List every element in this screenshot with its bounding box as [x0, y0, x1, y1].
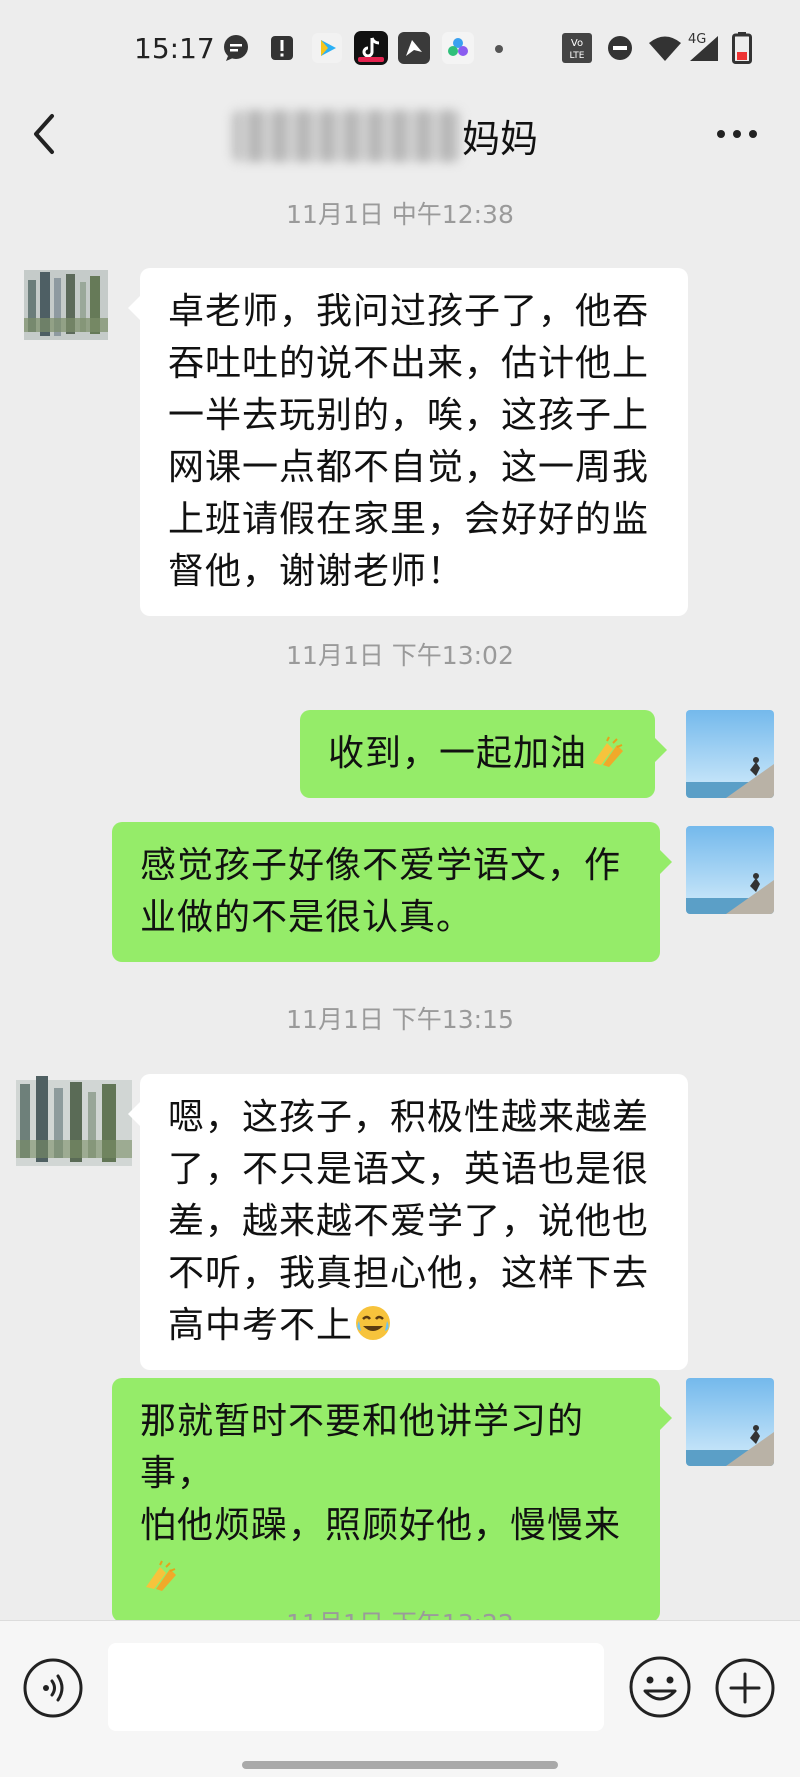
- plus-icon[interactable]: [714, 1657, 776, 1719]
- user-avatar[interactable]: [686, 826, 774, 914]
- outgoing-message-bubble[interactable]: 感觉孩子好像不爱学语文，作 业做的不是很认真。: [112, 822, 672, 962]
- message-line: 网课一点都不自觉，这一周我: [168, 447, 650, 488]
- incoming-message-bubble[interactable]: 嗯，这孩子，积极性越来越差 了，不只是语文，英语也是很 差，越来越不爱学了，说他…: [128, 1074, 688, 1370]
- chat-screen: 15:17 Vo LTE 4G 妈妈 11月1日 中午12:38 卓老师，我问过…: [0, 0, 800, 1777]
- crying-laughing-emoji: [356, 1306, 391, 1340]
- message-line: 高中考不上: [168, 1305, 354, 1346]
- wifi-icon: [649, 36, 681, 61]
- message-line: 上班请假在家里，会好好的监: [168, 499, 650, 540]
- timestamp: 11月1日 下午13:15: [286, 1005, 514, 1034]
- message-line: 一半去玩别的，唉，这孩子上: [168, 395, 650, 436]
- alert-icon: [271, 36, 293, 60]
- timestamp: 11月1日 中午12:38: [286, 200, 514, 229]
- message-input[interactable]: [108, 1643, 604, 1731]
- folded-hands-emoji: [146, 1560, 176, 1591]
- contact-avatar[interactable]: [12, 1062, 136, 1180]
- message-line: 吞吐吐的说不出来，估计他上: [168, 343, 650, 384]
- message-line: 感觉孩子好像不爱学语文，作: [140, 845, 622, 886]
- more-dots-icon[interactable]: [712, 114, 762, 154]
- outgoing-message-bubble[interactable]: 收到，一起加油: [300, 710, 668, 798]
- timestamp: 11月1日 下午13:02: [286, 641, 514, 670]
- tiktok-icon: [354, 31, 388, 65]
- contact-avatar[interactable]: [22, 262, 110, 350]
- message-line: 差，越来越不爱学了，说他也: [168, 1201, 650, 1242]
- blurred-contact-name: [232, 110, 462, 162]
- incoming-message-bubble[interactable]: 卓老师，我问过孩子了，他吞 吞吐吐的说不出来，估计他上 一半去玩别的，唉，这孩子…: [128, 268, 688, 616]
- dot-icon: [495, 45, 503, 53]
- chat-title: 妈妈: [462, 117, 539, 161]
- message-line: 了，不只是语文，英语也是很: [168, 1149, 650, 1190]
- message-line: 怕他烦躁，照顾好他，慢慢来: [140, 1505, 622, 1546]
- message-line: 督他，谢谢老师！: [168, 551, 465, 592]
- folded-hands-emoji: [593, 736, 624, 767]
- status-time: 15:17: [134, 32, 215, 65]
- flower-app-icon: [442, 32, 474, 64]
- voice-icon[interactable]: [22, 1657, 84, 1719]
- user-avatar[interactable]: [686, 1378, 774, 1466]
- signal-icon: [690, 36, 718, 61]
- do-not-disturb-icon: [608, 36, 632, 60]
- volte-icon: Vo LTE: [562, 33, 592, 63]
- chevron-left-icon[interactable]: [24, 104, 64, 164]
- message-line: 嗯，这孩子，积极性越来越差: [168, 1097, 650, 1138]
- message-line: 收到，一起加油: [328, 733, 588, 774]
- home-indicator[interactable]: [242, 1761, 558, 1769]
- user-avatar[interactable]: [686, 710, 774, 798]
- bird-app-icon: [398, 32, 430, 64]
- svg-text:LTE: LTE: [570, 51, 585, 61]
- video-app-icon: [312, 33, 342, 63]
- message-line: 不听，我真担心他，这样下去: [168, 1253, 650, 1294]
- battery-icon: [732, 32, 752, 64]
- outgoing-message-bubble[interactable]: 那就暂时不要和他讲学习的事， 怕他烦躁，照顾好他，慢慢来: [112, 1378, 672, 1622]
- message-line: 卓老师，我问过孩子了，他吞: [168, 291, 650, 332]
- message-line: 那就暂时不要和他讲学习的事，: [140, 1401, 585, 1494]
- message-line: 业做的不是很认真。: [140, 897, 474, 938]
- status-bar: 15:17 Vo LTE 4G: [0, 0, 800, 100]
- input-bar: [0, 1620, 800, 1777]
- emoji-icon[interactable]: [628, 1655, 692, 1719]
- message-icon: [224, 35, 248, 61]
- chat-header: 妈妈: [0, 100, 800, 200]
- svg-text:Vo: Vo: [571, 38, 583, 49]
